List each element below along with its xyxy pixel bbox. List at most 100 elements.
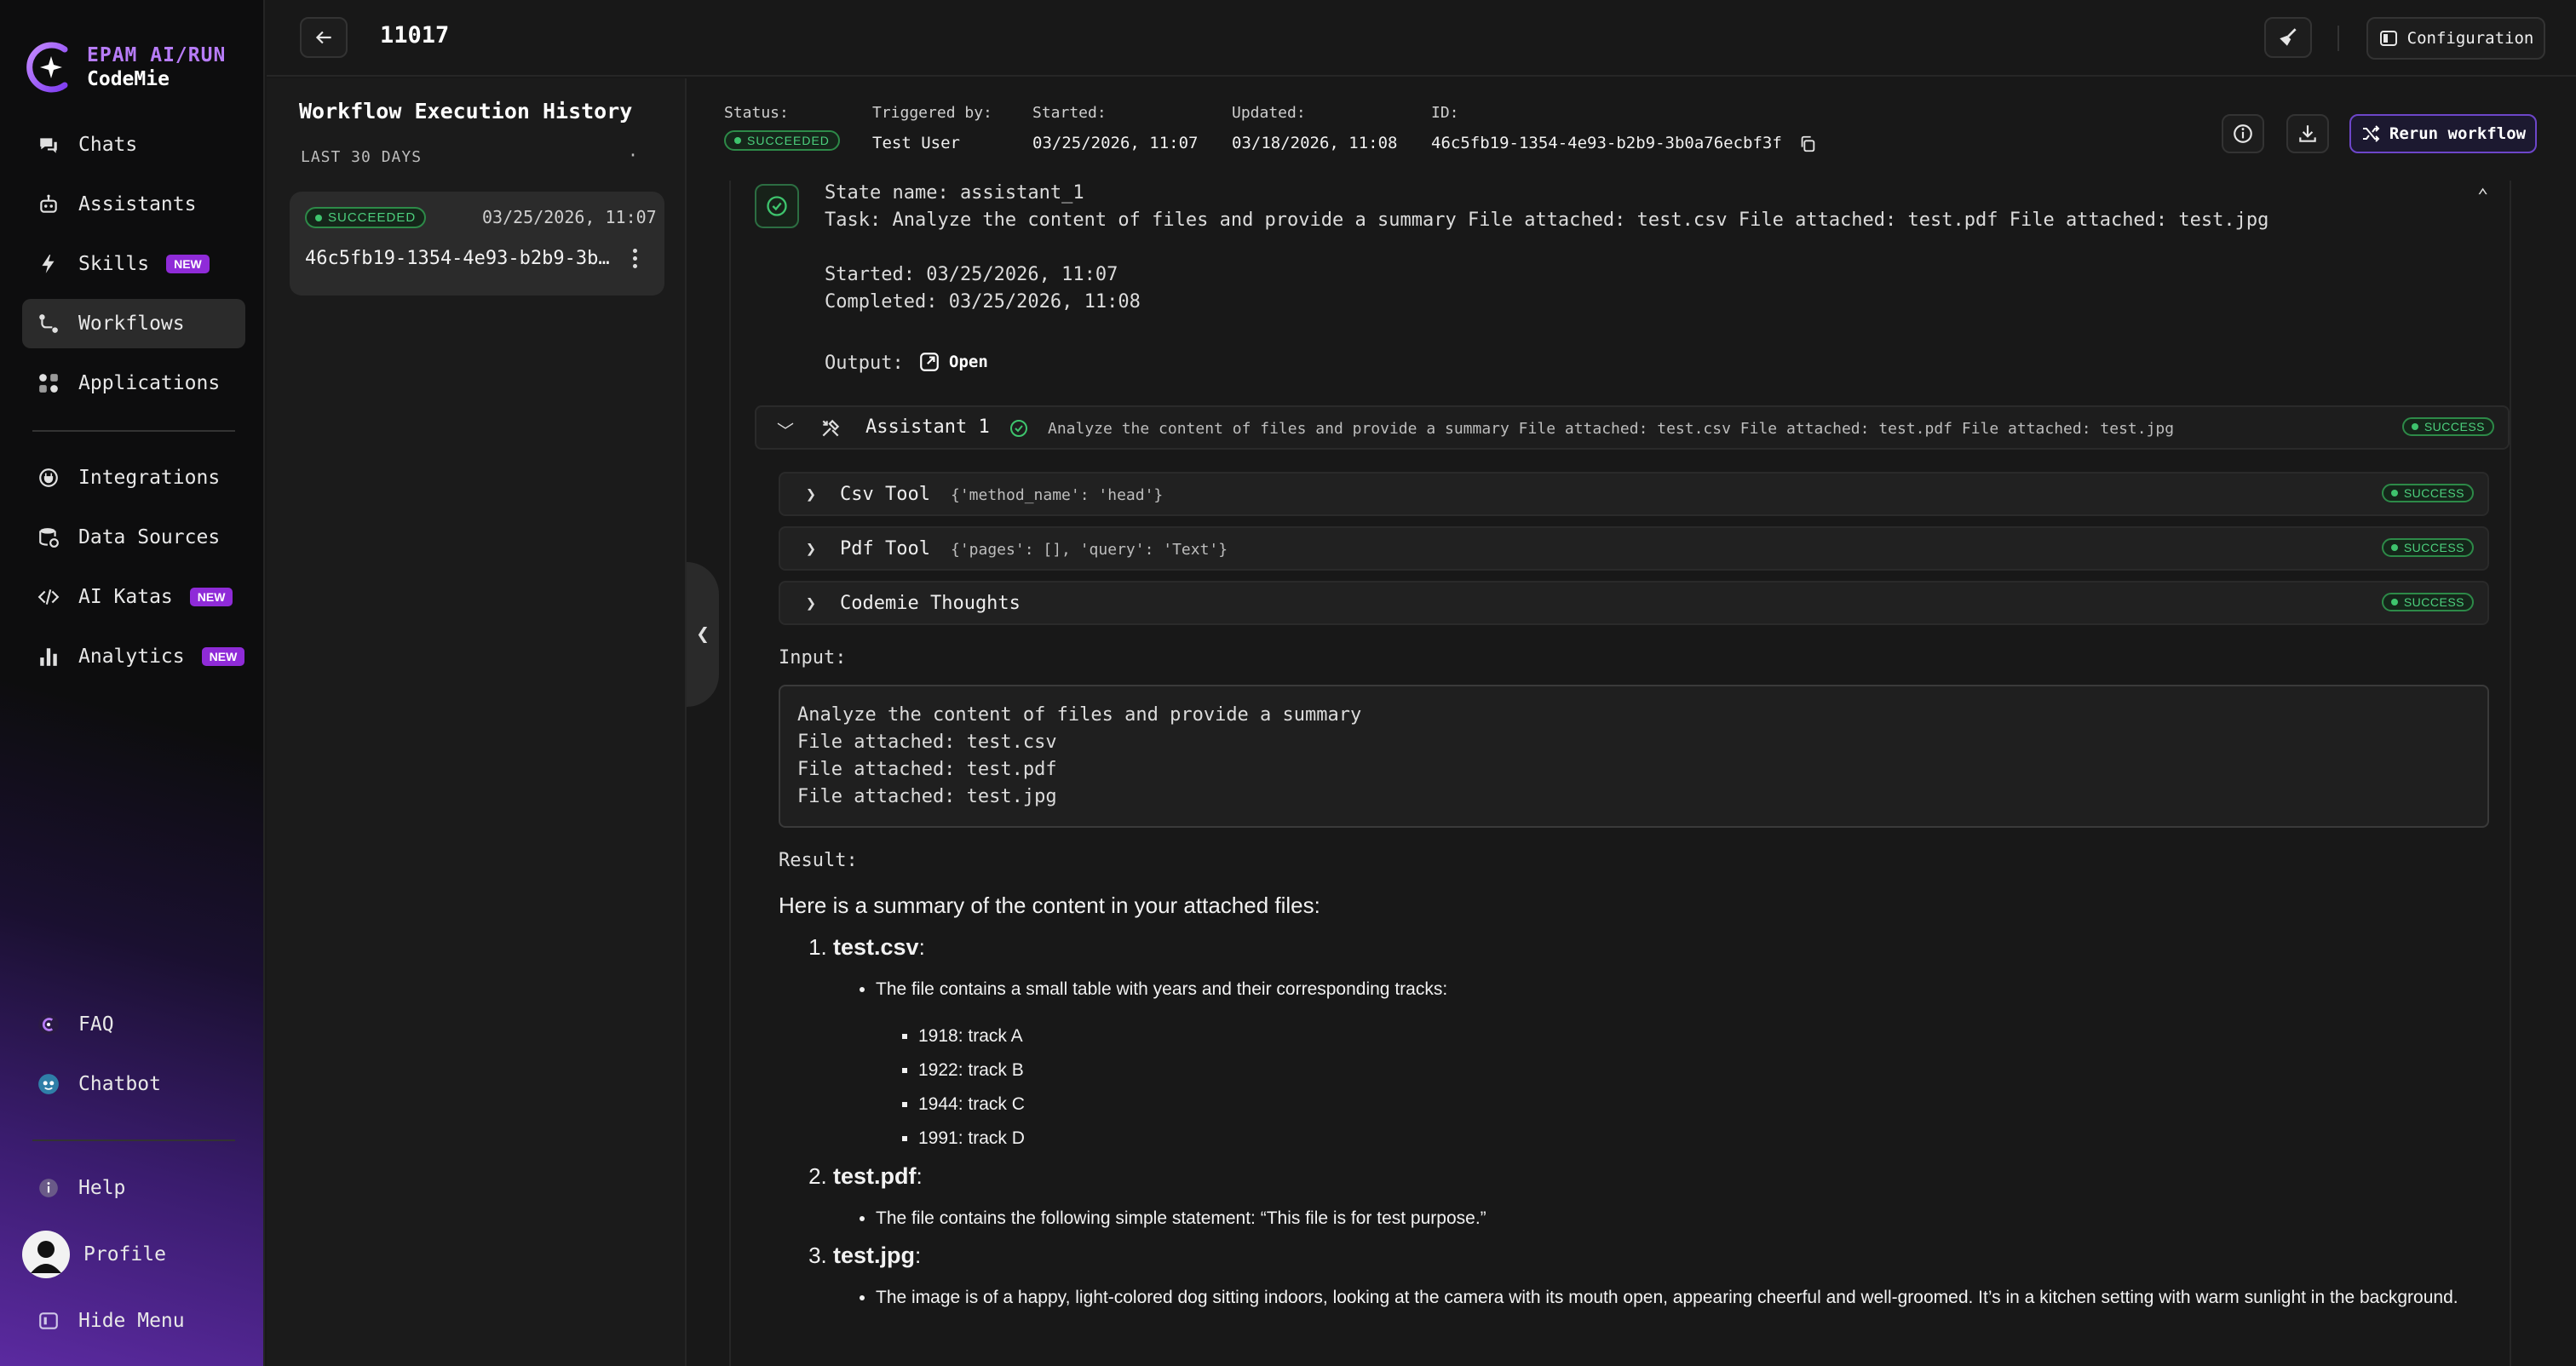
assistant-task: Analyze the content of files and provide… (1048, 420, 2175, 438)
file-description: The file contains a small table with yea… (876, 979, 1448, 999)
nav-label-integrations: Integrations (78, 467, 221, 489)
state-status-indicator (755, 184, 799, 228)
nav-item-profile[interactable]: Profile (20, 1230, 244, 1279)
nav-label-profile: Profile (83, 1243, 166, 1266)
clear-button[interactable] (2264, 17, 2312, 58)
copy-icon[interactable] (1798, 135, 1817, 153)
tool-args: {'pages': [], 'query': 'Text'} (951, 541, 1228, 559)
rerun-workflow-button[interactable]: Rerun workflow (2349, 114, 2537, 153)
sidebar: EPAM AI/RUN CodeMie Chats Assistants Ski… (0, 0, 265, 1366)
info-icon (36, 1175, 61, 1201)
info-circle-icon (2234, 124, 2252, 143)
nav-label-chats: Chats (78, 134, 138, 156)
chevron-right-icon[interactable]: ❯ (806, 593, 816, 613)
list-item: test.csv: The file contains a small tabl… (833, 934, 2482, 1155)
chatbot-avatar-icon (36, 1071, 61, 1097)
status-badge: SUCCESS (2401, 417, 2494, 436)
download-icon (2299, 125, 2316, 142)
assistant-step-header[interactable]: ﹀ Assistant 1 Analyze the content of fil… (755, 405, 2510, 450)
list-item: test.pdf: The file contains the followin… (833, 1163, 2482, 1234)
nav-label-chatbot: Chatbot (78, 1073, 161, 1095)
nav-divider (32, 1139, 235, 1141)
tool-step-csv[interactable]: ❯ Csv Tool {'method_name': 'head'} SUCCE… (779, 472, 2489, 516)
nav-label-data-sources: Data Sources (78, 526, 221, 548)
meta-id-value: 46c5fb19-1354-4e93-b2b9-3b0a76ecbf3f (1431, 134, 1782, 152)
more-options-icon[interactable] (624, 244, 646, 272)
meta-started-value: 03/25/2026, 11:07 (1032, 134, 1199, 152)
nav-item-analytics[interactable]: Analytics NEW (22, 632, 245, 681)
input-content: Analyze the content of files and provide… (779, 685, 2489, 828)
codemie-logo-icon (26, 42, 68, 93)
list-item: 1944: track C (918, 1088, 2482, 1121)
input-line: Analyze the content of files and provide… (797, 704, 1362, 726)
tool-name: Csv Tool (840, 484, 930, 505)
configuration-label: Configuration (2406, 29, 2534, 48)
download-button[interactable] (2286, 114, 2329, 153)
history-item[interactable]: SUCCEEDED 03/25/2026, 11:07 46c5fb19-135… (290, 192, 664, 296)
list-item: 1991: track D (918, 1122, 2482, 1155)
open-output-link[interactable]: Open (918, 351, 988, 373)
file-name: test.csv (833, 934, 919, 960)
nav-item-chatbot[interactable]: Chatbot (22, 1059, 245, 1109)
brand-name-bottom: CodeMie (87, 68, 170, 90)
chevron-right-icon[interactable]: ❯ (806, 484, 816, 504)
nav-item-help[interactable]: Help (22, 1163, 245, 1213)
check-circle-icon (767, 196, 787, 216)
status-badge: SUCCESS (2381, 593, 2474, 611)
history-dot: · (628, 145, 639, 165)
meta-updated-value: 03/18/2026, 11:08 (1232, 134, 1398, 152)
nav-item-data-sources[interactable]: Data Sources (22, 513, 245, 562)
hide-menu-button[interactable]: Hide Menu (22, 1296, 245, 1346)
history-title: Workflow Execution History (299, 99, 633, 123)
nav-item-workflows[interactable]: Workflows (22, 299, 245, 348)
faq-logo-icon (36, 1012, 61, 1037)
collapse-panel-handle[interactable]: ❮ (687, 562, 719, 707)
nav-item-chats[interactable]: Chats (22, 120, 245, 169)
brand-logo[interactable]: EPAM AI/RUN CodeMie (24, 37, 226, 97)
input-line: File attached: test.pdf (797, 759, 1057, 780)
meta-id-label: ID: (1431, 104, 1459, 122)
info-button[interactable] (2222, 114, 2264, 153)
list-item: The image is of a happy, light-colored d… (876, 1283, 2482, 1313)
tool-step-thoughts[interactable]: ❯ Codemie Thoughts SUCCESS (779, 581, 2489, 625)
meta-triggered-value: Test User (872, 134, 960, 152)
state-completed: Completed: 03/25/2026, 11:08 (825, 291, 1141, 313)
page-title: 11017 (380, 22, 450, 49)
configuration-button[interactable]: Configuration (2366, 17, 2545, 60)
file-name: test.pdf (833, 1163, 917, 1189)
chevron-down-icon[interactable]: ﹀ (777, 417, 794, 442)
tools-icon (822, 419, 840, 437)
nav-item-ai-katas[interactable]: AI Katas NEW (22, 572, 245, 622)
meta-updated: Updated: 03/18/2026, 11:08 (1232, 104, 1397, 152)
apps-icon (36, 370, 61, 396)
open-output-label: Open (949, 353, 988, 371)
shuffle-icon (2362, 125, 2380, 142)
list-item: The file contains a small table with yea… (876, 974, 2482, 1155)
nav-item-assistants[interactable]: Assistants (22, 180, 245, 229)
meta-status-label: Status: (724, 104, 789, 122)
nav-item-skills[interactable]: Skills NEW (22, 239, 245, 289)
back-button[interactable] (300, 17, 348, 58)
check-circle-icon (1010, 420, 1027, 437)
status-badge: SUCCESS (2381, 484, 2474, 502)
nav-item-applications[interactable]: Applications (22, 359, 245, 408)
meta-triggered-label: Triggered by: (872, 104, 992, 122)
list-item: The file contains the following simple s… (876, 1203, 2482, 1234)
tool-step-pdf[interactable]: ❯ Pdf Tool {'pages': [], 'query': 'Text'… (779, 526, 2489, 571)
chevron-right-icon[interactable]: ❯ (806, 538, 816, 559)
collapse-state-chevron-icon[interactable]: ⌃ (2477, 186, 2488, 207)
nav-item-integrations[interactable]: Integrations (22, 453, 245, 502)
list-item: test.jpg: The image is of a happy, light… (833, 1243, 2482, 1313)
status-badge: SUCCESS (2381, 538, 2474, 557)
meta-id-row: 46c5fb19-1354-4e93-b2b9-3b0a76ecbf3f (1431, 134, 1817, 153)
plug-icon (36, 465, 61, 491)
nav-item-faq[interactable]: FAQ (22, 1000, 245, 1049)
nav-label-applications: Applications (78, 372, 221, 394)
meta-started-label: Started: (1032, 104, 1107, 122)
meta-started: Started: 03/25/2026, 11:07 (1032, 104, 1198, 152)
history-range: LAST 30 DAYS (301, 148, 423, 166)
nav-label-analytics: Analytics (78, 646, 185, 668)
new-badge: NEW (166, 255, 210, 273)
list-item: 1922: track B (918, 1054, 2482, 1087)
new-badge: NEW (189, 588, 233, 606)
